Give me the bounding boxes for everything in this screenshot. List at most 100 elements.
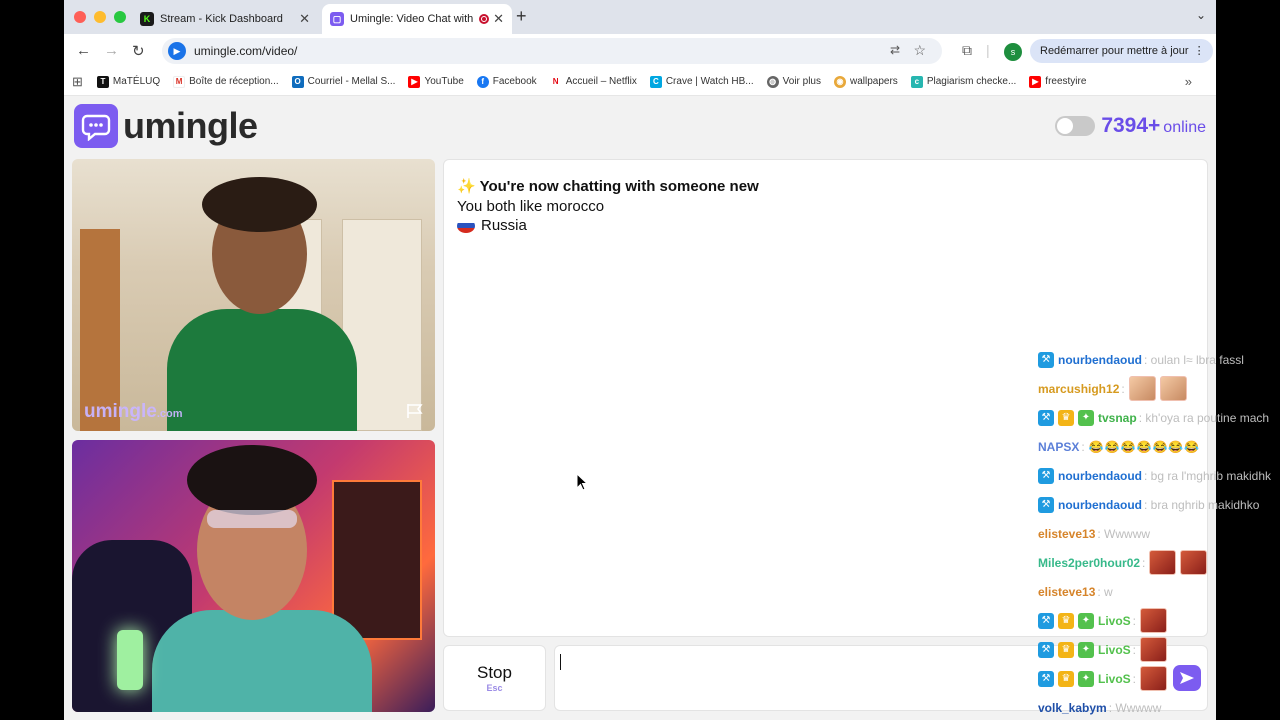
tab-title: Stream - Kick Dashboard — [160, 13, 283, 25]
country-label: Russia — [481, 217, 527, 234]
back-button[interactable]: ← — [76, 42, 91, 59]
netflix-icon: N — [549, 75, 562, 88]
minimize-window-button[interactable] — [94, 11, 106, 23]
bookmark-wallpapers[interactable]: ◉ wallpapers — [834, 75, 898, 88]
bookmark-mateluq[interactable]: T MaTÉLUQ — [96, 75, 161, 88]
restart-to-update-button[interactable]: Redémarrer pour mettre à jour ⋮ — [1030, 39, 1213, 63]
outlook-icon: O — [291, 75, 304, 88]
mod-badge-icon: ⚒ — [1038, 467, 1054, 484]
overlay-message-text: : — [1132, 671, 1137, 686]
bookmark-youtube[interactable]: ▶ YouTube — [408, 75, 464, 88]
tab-search-icon[interactable]: ⌄ — [1196, 8, 1206, 22]
translate-icon[interactable]: ⇄ — [890, 43, 900, 57]
chat-emote-icon — [1140, 608, 1168, 633]
close-window-button[interactable] — [74, 11, 86, 23]
watermark-suffix: .com — [156, 408, 183, 420]
sunglasses — [207, 510, 297, 528]
bookmark-facebook[interactable]: f Facebook — [476, 75, 537, 88]
bookmark-gmail[interactable]: M Boîte de réception... — [173, 75, 279, 88]
tab-umingle[interactable]: ▢ Umingle: Video Chat with ✕ — [322, 4, 512, 34]
subscriber-badge-icon: ✦ — [1078, 612, 1094, 629]
site-info-icon[interactable]: ▶ — [168, 42, 186, 60]
site-logo[interactable]: umingle — [74, 104, 258, 148]
toolbar-divider: | — [986, 42, 990, 58]
mod-badge-icon: ⚒ — [1038, 612, 1054, 629]
overlay-chat-message: ⚒ ♛ ✦ LivoS: — [1038, 635, 1280, 664]
tab-title: Umingle: Video Chat with — [350, 13, 474, 25]
forward-button[interactable]: → — [104, 42, 119, 59]
reload-button[interactable]: ↻ — [132, 42, 145, 60]
sparkles-icon: ✨ — [457, 178, 476, 195]
online-count: 7394+ — [1101, 114, 1161, 137]
vip-crown-icon: ♛ — [1058, 670, 1074, 687]
overlay-username: tvsnap — [1098, 410, 1137, 425]
url-text[interactable]: umingle.com/video/ — [194, 44, 297, 58]
mod-badge-icon: ⚒ — [1038, 409, 1054, 426]
microphone — [117, 630, 143, 690]
background-monitor — [332, 480, 422, 640]
logo-text: umingle — [123, 105, 258, 146]
self-video — [72, 440, 435, 712]
overlay-message-text: : — [1121, 381, 1125, 396]
address-bar[interactable]: ▶ umingle.com/video/ ⇄ ☆ — [162, 38, 942, 64]
stop-button[interactable]: Stop Esc — [443, 645, 546, 711]
bookmark-crave[interactable]: C Crave | Watch HB... — [649, 75, 754, 88]
new-tab-button[interactable]: + — [516, 6, 527, 27]
maximize-window-button[interactable] — [114, 11, 126, 23]
chat-emote-icon — [1128, 376, 1156, 401]
stranger-person — [167, 309, 357, 431]
more-bookmarks-icon[interactable]: » — [1185, 74, 1192, 89]
overlay-message-text: : Wwwww — [1108, 700, 1162, 715]
more-menu-icon[interactable]: ⋮ — [1194, 44, 1205, 57]
close-tab-icon[interactable]: ✕ — [299, 11, 310, 27]
bookmark-label: wallpapers — [850, 76, 898, 87]
extensions-icon[interactable]: ⧉ — [962, 42, 972, 59]
overlay-message-text: : bg ra l'mghrib makidhk — [1144, 468, 1272, 483]
bookmark-courriel[interactable]: O Courriel - Mellal S... — [291, 75, 395, 88]
bookmark-label: Voir plus — [782, 76, 821, 87]
vip-crown-icon: ♛ — [1058, 641, 1074, 658]
globe-icon: ◍ — [766, 75, 779, 88]
dark-mode-toggle[interactable] — [1055, 116, 1096, 136]
stranger-hair — [202, 177, 317, 232]
watermark-text: umingle — [84, 401, 157, 422]
mod-badge-icon: ⚒ — [1038, 496, 1054, 513]
tab-kick-dashboard[interactable]: K Stream - Kick Dashboard ✕ — [132, 4, 318, 34]
overlay-username: nourbendaoud — [1058, 352, 1142, 367]
youtube-icon: ▶ — [1029, 75, 1042, 88]
bookmark-label: freestyire — [1045, 76, 1087, 87]
overlay-message-text: : — [1132, 613, 1137, 628]
system-message-new: ✨ You're now chatting with someone new — [457, 177, 759, 195]
bookmark-label: MaTÉLUQ — [112, 76, 161, 87]
plagiarism-icon: c — [910, 75, 923, 88]
overlay-chat-message: ⚒ ♛ ✦ LivoS: — [1038, 606, 1280, 635]
report-flag-icon[interactable] — [405, 403, 425, 419]
overlay-chat-message: ⚒ ♛ ✦ tvsnap: kh'oya ra poutine mach — [1038, 403, 1280, 432]
stream-chat-overlay: ⚒ nourbendaoud: oulan l≈ lbra fassl marcus… — [1038, 345, 1280, 720]
bookmark-freestyire[interactable]: ▶ freestyire — [1029, 75, 1087, 88]
overlay-chat-message: NAPSX: 😂😂😂😂😂😂😂 — [1038, 432, 1280, 461]
bookmark-plagiarism[interactable]: c Plagiarism checke... — [910, 75, 1016, 88]
browser-toolbar: ← → ↻ ▶ umingle.com/video/ ⇄ ☆ ⧉ | s Red… — [64, 34, 1216, 68]
bookmark-voir-plus[interactable]: ◍ Voir plus — [766, 75, 821, 88]
overlay-chat-message: volk_kabym: Wwwww — [1038, 693, 1280, 720]
bookmark-netflix[interactable]: N Accueil – Netflix — [549, 75, 637, 88]
overlay-username: marcushigh12 — [1038, 381, 1120, 396]
chat-emote-icon — [1180, 550, 1208, 575]
subscriber-badge-icon: ✦ — [1078, 641, 1094, 658]
profile-avatar[interactable]: s — [1004, 43, 1022, 61]
close-tab-icon[interactable]: ✕ — [493, 11, 504, 27]
chat-emote-icon — [1149, 550, 1177, 575]
bookmark-label: Accueil – Netflix — [565, 76, 637, 87]
russia-flag-icon — [457, 218, 475, 233]
subscriber-badge-icon: ✦ — [1078, 670, 1094, 687]
common-interest-message: You both like morocco — [457, 198, 605, 215]
online-label: online — [1163, 119, 1206, 136]
apps-grid-icon[interactable]: ⊞ — [72, 74, 83, 90]
overlay-message-text: : w — [1097, 584, 1113, 599]
text-caret — [560, 654, 561, 670]
bookmark-star-icon[interactable]: ☆ — [913, 42, 926, 59]
vip-crown-icon: ♛ — [1058, 612, 1074, 629]
overlay-chat-message: Miles2per0hour02: — [1038, 548, 1280, 577]
overlay-username: LivoS — [1098, 613, 1131, 628]
